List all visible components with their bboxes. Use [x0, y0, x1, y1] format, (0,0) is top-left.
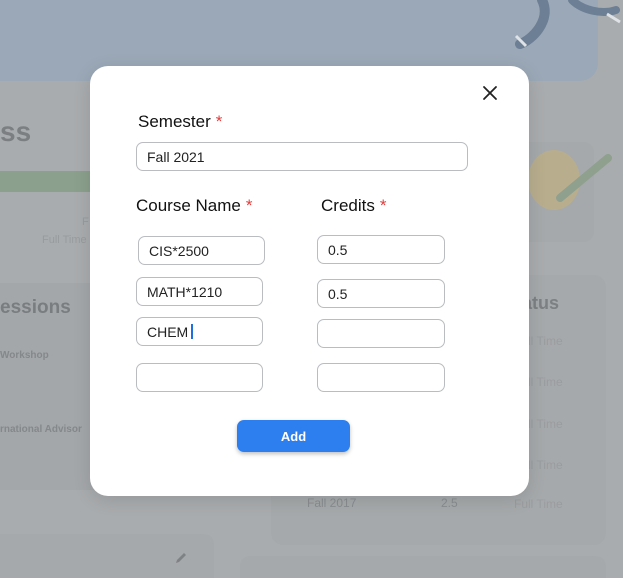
session-item: Workshop: [0, 350, 49, 361]
faint-label: F: [82, 216, 89, 228]
required-mark: *: [379, 196, 387, 215]
course-name-input[interactable]: [136, 363, 263, 392]
credits-input[interactable]: 0.5: [317, 279, 445, 308]
sessions-title: essions: [0, 297, 71, 318]
course-name-label-text: Course Name: [136, 196, 241, 215]
close-button[interactable]: [477, 80, 503, 106]
credits-input[interactable]: [317, 319, 445, 348]
hero-illustration: [514, 0, 621, 49]
faint-label: Full Time: [42, 234, 87, 246]
credits-label-text: Credits: [321, 196, 375, 215]
term-cell: Fall 2017: [307, 496, 357, 510]
course-name-input[interactable]: CIS*2500: [138, 236, 265, 265]
course-name-input-active[interactable]: CHEM: [136, 317, 263, 346]
credits-cell: 2.5: [441, 496, 458, 510]
semester-label-text: Semester: [138, 112, 211, 131]
pencil-illustration: [528, 150, 612, 210]
credits-input[interactable]: 0.5: [317, 235, 445, 264]
course-name-value: CHEM: [147, 323, 189, 340]
bottom-card: [240, 556, 606, 578]
credits-input[interactable]: [317, 363, 445, 392]
status-value: Full Time: [514, 497, 563, 511]
credits-label: Credits *: [321, 196, 386, 216]
course-name-input[interactable]: MATH*1210: [136, 277, 263, 306]
semester-label: Semester *: [138, 112, 222, 132]
text-cursor: [191, 324, 194, 339]
course-name-label: Course Name *: [136, 196, 253, 216]
add-button[interactable]: Add: [237, 420, 350, 452]
pencil-icon: [176, 553, 186, 563]
required-mark: *: [215, 112, 223, 131]
required-mark: *: [245, 196, 253, 215]
page-title: ss: [0, 116, 32, 147]
progress-bar: [0, 171, 100, 192]
session-item: rnational Advisor: [0, 424, 82, 435]
semester-input[interactable]: Fall 2021: [136, 142, 468, 171]
close-icon: [483, 86, 497, 100]
